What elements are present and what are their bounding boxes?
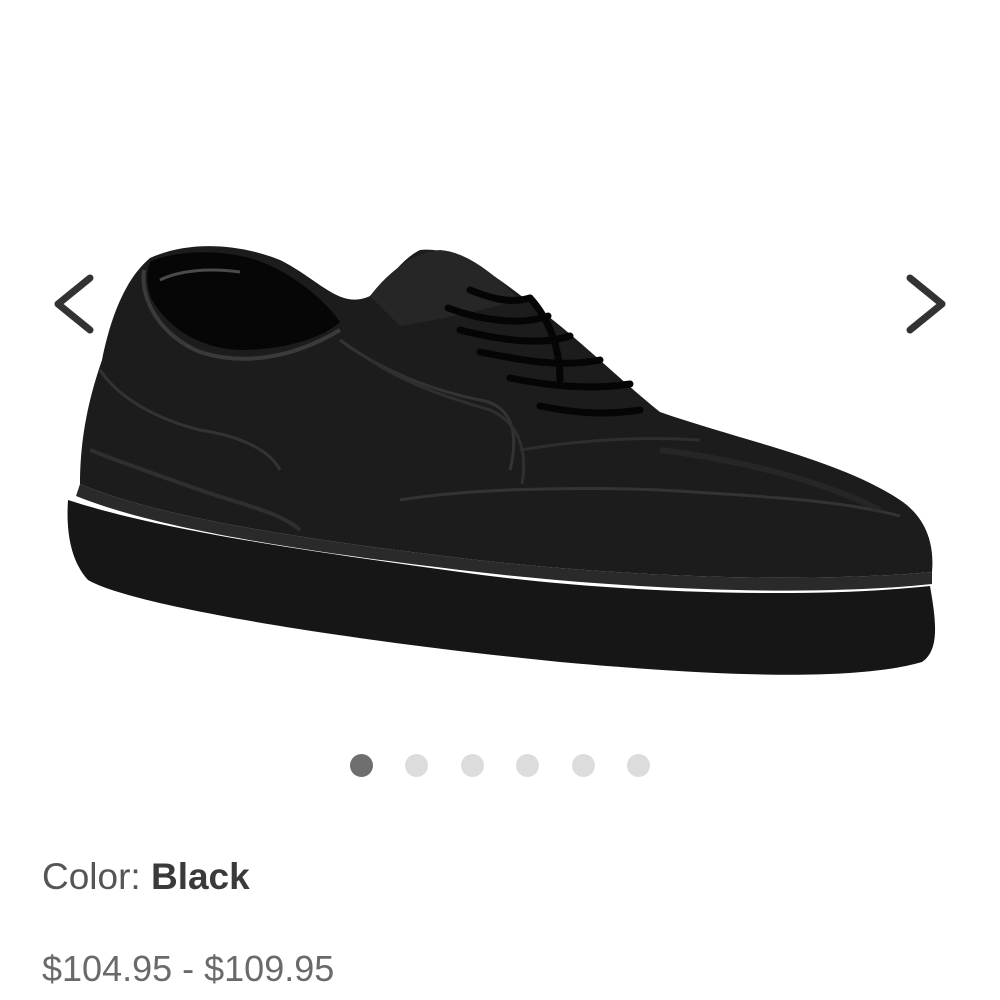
chevron-right-icon <box>906 274 946 334</box>
pagination-dot-6[interactable] <box>627 754 650 777</box>
pagination-dot-2[interactable] <box>405 754 428 777</box>
color-label: Color: <box>42 856 141 897</box>
previous-image-button[interactable] <box>44 272 104 336</box>
carousel-pagination <box>0 754 1000 778</box>
product-image-carousel[interactable] <box>0 0 1000 740</box>
product-image <box>67 246 936 675</box>
pagination-dot-1[interactable] <box>350 754 373 777</box>
shoe-illustration <box>67 246 936 675</box>
product-detail-screen: Color: Black $104.95 - $109.95 <box>0 0 1000 1000</box>
pagination-dot-5[interactable] <box>572 754 595 777</box>
price-range: $104.95 - $109.95 <box>42 948 335 989</box>
pagination-dot-4[interactable] <box>516 754 539 777</box>
chevron-left-icon <box>54 274 94 334</box>
selected-color: Color: Black <box>42 856 250 898</box>
color-value: Black <box>150 856 250 897</box>
next-image-button[interactable] <box>896 272 956 336</box>
pagination-dot-3[interactable] <box>461 754 484 777</box>
